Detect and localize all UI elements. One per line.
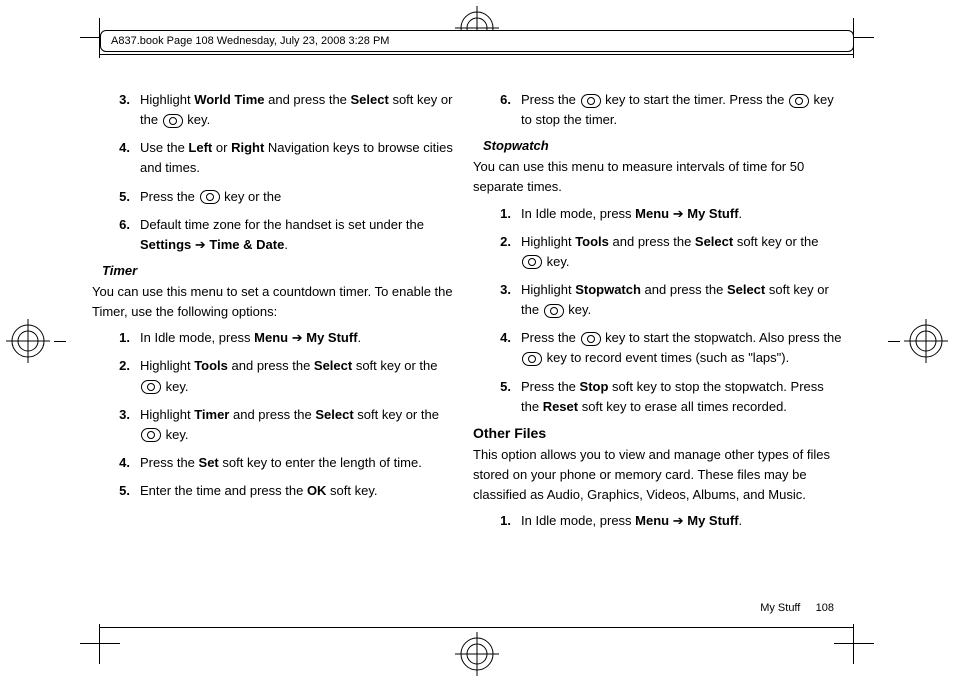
ok-key-icon <box>163 114 183 128</box>
registration-target-icon <box>6 319 50 363</box>
page-footer: My Stuff 108 <box>760 602 834 614</box>
ok-key-icon <box>581 332 601 346</box>
ok-key-icon <box>789 94 809 108</box>
step-item: 2.Highlight Tools and press the Select s… <box>110 356 463 396</box>
step-text: Press the key or the <box>140 187 463 207</box>
step-text: In Idle mode, press Menu ➔ My Stuff. <box>140 328 463 348</box>
stopwatch-intro: You can use this menu to measure interva… <box>473 157 844 197</box>
stopwatch-heading: Stopwatch <box>483 138 844 153</box>
step-text: Highlight World Time and press the Selec… <box>140 90 463 130</box>
step-item: 6.Default time zone for the handset is s… <box>110 215 463 255</box>
step-number: 6. <box>491 90 511 130</box>
step-text: Highlight Timer and press the Select sof… <box>140 405 463 445</box>
step-text: In Idle mode, press Menu ➔ My Stuff. <box>521 204 844 224</box>
step-number: 1. <box>110 328 130 348</box>
content-columns: 3.Highlight World Time and press the Sel… <box>110 90 844 592</box>
step-item: 1. In Idle mode, press Menu ➔ My Stuff. <box>491 204 844 224</box>
ok-key-icon <box>141 380 161 394</box>
step-item: 5. Press the key or the <box>110 187 463 207</box>
trim-mark-icon <box>54 341 66 342</box>
rule-line <box>100 627 854 628</box>
step-item: 3.Highlight Timer and press the Select s… <box>110 405 463 445</box>
left-column: 3.Highlight World Time and press the Sel… <box>110 90 463 592</box>
step-text: Highlight Tools and press the Select sof… <box>140 356 463 396</box>
step-list: 6.Press the key to start the timer. Pres… <box>491 90 844 130</box>
step-item: 4.Press the key to start the stopwatch. … <box>491 328 844 368</box>
step-text: Press the key to start the stopwatch. Al… <box>521 328 844 368</box>
step-item: 5.Press the Stop soft key to stop the st… <box>491 377 844 417</box>
step-item: 1. In Idle mode, press Menu ➔ My Stuff. <box>491 511 844 531</box>
step-item: 3.Highlight World Time and press the Sel… <box>110 90 463 130</box>
ok-key-icon <box>141 428 161 442</box>
step-list: 1. In Idle mode, press Menu ➔ My Stuff. 2.… <box>491 204 844 417</box>
step-item: 6.Press the key to start the timer. Pres… <box>491 90 844 130</box>
step-number: 2. <box>491 232 511 272</box>
timer-heading: Timer <box>102 263 463 278</box>
footer-page: 108 <box>816 602 834 614</box>
other-files-intro: This option allows you to view and manag… <box>473 445 844 505</box>
step-text: Default time zone for the handset is set… <box>140 215 463 255</box>
ok-key-icon <box>544 304 564 318</box>
ok-key-icon <box>522 352 542 366</box>
footer-section: My Stuff <box>760 602 800 614</box>
step-number: 5. <box>110 187 130 207</box>
step-number: 1. <box>491 511 511 531</box>
step-item: 3.Highlight Stopwatch and press the Sele… <box>491 280 844 320</box>
step-list: 1. In Idle mode, press Menu ➔ My Stuff. <box>491 511 844 531</box>
step-number: 6. <box>110 215 130 255</box>
step-text: Highlight Stopwatch and press the Select… <box>521 280 844 320</box>
step-item: 4. Press the Set soft key to enter the le… <box>110 453 463 473</box>
step-text: Highlight Tools and press the Select sof… <box>521 232 844 272</box>
step-number: 3. <box>491 280 511 320</box>
timer-intro: You can use this menu to set a countdown… <box>92 282 463 322</box>
crop-mark-icon <box>834 624 874 664</box>
step-text: Use the Left or Right Navigation keys to… <box>140 138 463 178</box>
step-item: 4.Use the Left or Right Navigation keys … <box>110 138 463 178</box>
step-list: 3.Highlight World Time and press the Sel… <box>110 90 463 255</box>
step-number: 5. <box>491 377 511 417</box>
step-number: 4. <box>110 138 130 178</box>
crop-mark-icon <box>80 624 120 664</box>
other-files-heading: Other Files <box>473 425 844 441</box>
step-item: 2.Highlight Tools and press the Select s… <box>491 232 844 272</box>
trim-mark-icon <box>888 341 900 342</box>
ok-key-icon <box>581 94 601 108</box>
right-column: 6.Press the key to start the timer. Pres… <box>491 90 844 592</box>
step-number: 2. <box>110 356 130 396</box>
step-number: 4. <box>491 328 511 368</box>
step-number: 1. <box>491 204 511 224</box>
step-number: 4. <box>110 453 130 473</box>
step-list: 1. In Idle mode, press Menu ➔ My Stuff. 2.… <box>110 328 463 501</box>
step-number: 5. <box>110 481 130 501</box>
step-text: Press the Stop soft key to stop the stop… <box>521 377 844 417</box>
page-header: A837.book Page 108 Wednesday, July 23, 2… <box>100 30 854 52</box>
step-item: 1. In Idle mode, press Menu ➔ My Stuff. <box>110 328 463 348</box>
step-text: Press the Set soft key to enter the leng… <box>140 453 463 473</box>
step-text: Enter the time and press the OK soft key… <box>140 481 463 501</box>
ok-key-icon <box>200 190 220 204</box>
registration-target-icon <box>904 319 948 363</box>
rule-line <box>100 54 854 55</box>
step-number: 3. <box>110 90 130 130</box>
step-number: 3. <box>110 405 130 445</box>
step-text: In Idle mode, press Menu ➔ My Stuff. <box>521 511 844 531</box>
step-text: Press the key to start the timer. Press … <box>521 90 844 130</box>
registration-target-icon <box>455 632 499 676</box>
ok-key-icon <box>522 255 542 269</box>
step-item: 5. Enter the time and press the OK soft k… <box>110 481 463 501</box>
